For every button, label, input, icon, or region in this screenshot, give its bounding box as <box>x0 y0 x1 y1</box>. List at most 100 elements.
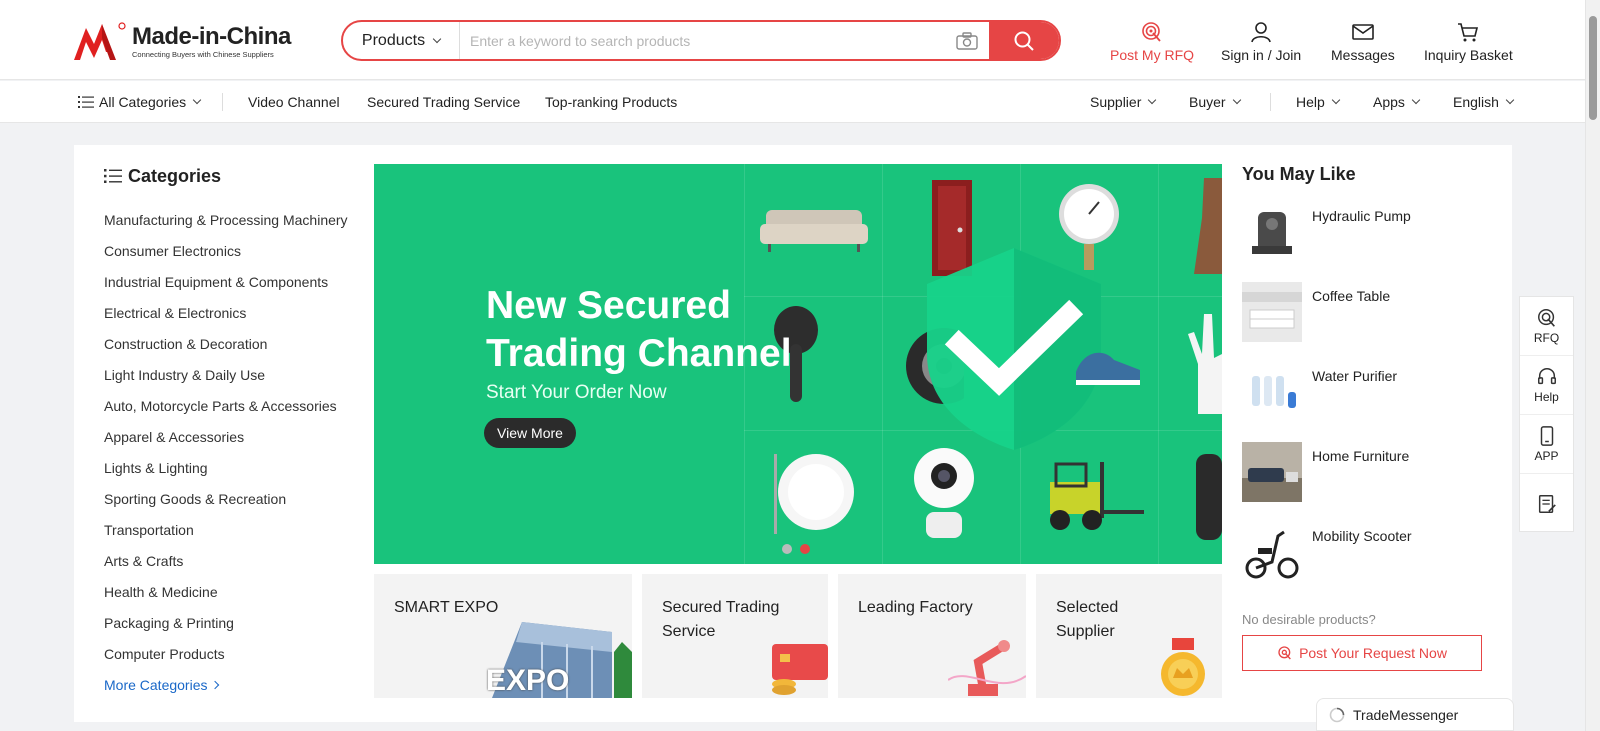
scrollbar-thumb[interactable] <box>1589 16 1597 120</box>
trade-messenger-widget[interactable]: TradeMessenger <box>1316 698 1514 731</box>
search-bar: Products <box>341 20 1061 61</box>
carousel-dot[interactable] <box>782 544 792 554</box>
page-scrollbar[interactable] <box>1585 0 1600 731</box>
card-title-line: Supplier <box>1056 623 1115 640</box>
expo-overlay-text: EXPO <box>486 664 570 697</box>
nav-buyer-menu[interactable]: Buyer <box>1189 81 1241 123</box>
image-search-button[interactable] <box>945 22 989 59</box>
list-icon <box>104 169 122 183</box>
recommendation-item[interactable]: Home Furniture <box>1242 442 1482 522</box>
search-category-label: Products <box>361 31 426 49</box>
headset-icon <box>1537 368 1556 385</box>
nav-supplier-menu[interactable]: Supplier <box>1090 81 1157 123</box>
float-app-button[interactable]: APP <box>1520 415 1573 474</box>
user-icon <box>1251 22 1271 43</box>
float-help-label: Help <box>1534 390 1559 404</box>
leading-factory-card[interactable]: Leading Factory <box>838 574 1026 698</box>
category-item[interactable]: Industrial Equipment & Components <box>104 266 364 297</box>
category-item[interactable]: Transportation <box>104 514 364 545</box>
categories-sidebar: Categories Manufacturing & Processing Ma… <box>104 164 364 700</box>
search-input[interactable] <box>460 22 945 59</box>
nav-top-ranking[interactable]: Top-ranking Products <box>545 81 677 123</box>
smart-expo-card[interactable]: SMART EXPO EXPO <box>374 574 632 698</box>
rfq-target-icon <box>1537 309 1555 327</box>
category-item[interactable]: Auto, Motorcycle Parts & Accessories <box>104 390 364 421</box>
sign-in-link[interactable]: Sign in / Join <box>1221 20 1301 63</box>
nav-link-label: Top-ranking Products <box>545 94 678 110</box>
more-categories-label: More Categories <box>104 676 208 693</box>
messages-link[interactable]: Messages <box>1331 20 1395 63</box>
selected-supplier-card[interactable]: Selected Supplier <box>1036 574 1222 698</box>
float-rfq-button[interactable]: RFQ <box>1520 297 1573 356</box>
category-item[interactable]: Light Industry & Daily Use <box>104 359 364 390</box>
coffee-table-thumb <box>1242 282 1302 342</box>
credit-card-icon <box>772 644 828 695</box>
carousel-dot-active[interactable] <box>800 544 810 554</box>
category-item[interactable]: Health & Medicine <box>104 576 364 607</box>
recommendation-item[interactable]: Mobility Scooter <box>1242 522 1482 602</box>
inquiry-basket-link[interactable]: Inquiry Basket <box>1424 20 1513 63</box>
category-item[interactable]: Arts & Crafts <box>104 545 364 576</box>
water-purifier-thumb <box>1242 362 1302 422</box>
you-may-like-title: You May Like <box>1242 164 1356 184</box>
nav-language-menu[interactable]: English <box>1453 81 1515 123</box>
logo-name: Made-in-China <box>132 22 291 50</box>
site-logo[interactable]: Made-in-China Connecting Buyers with Chi… <box>72 20 291 62</box>
category-item[interactable]: Manufacturing & Processing Machinery <box>104 204 364 235</box>
recommendation-list: Hydraulic Pump Coffee Table Water Purifi… <box>1242 202 1482 602</box>
feature-cards: SMART EXPO EXPO Secured Trading Service … <box>374 574 1222 698</box>
medal-icon <box>1161 638 1205 696</box>
messages-label: Messages <box>1331 47 1395 63</box>
secured-trading-card[interactable]: Secured Trading Service <box>642 574 828 698</box>
search-category-select[interactable]: Products <box>343 22 460 59</box>
nav-link-label: Apps <box>1373 94 1405 110</box>
site-header: Made-in-China Connecting Buyers with Chi… <box>0 0 1585 80</box>
category-item[interactable]: Computer Products <box>104 638 364 669</box>
envelope-icon <box>1352 24 1374 40</box>
logo-mark-icon <box>74 22 126 60</box>
rfq-target-icon <box>1278 646 1291 660</box>
banner-title-line: Trading Channel <box>486 332 792 375</box>
chevron-down-icon <box>1148 95 1157 105</box>
secured-trading-title: Secured Trading Service <box>662 596 779 644</box>
water-purifier-icon <box>1242 362 1302 422</box>
camera-icon <box>956 31 978 50</box>
banner-grid-line <box>882 164 883 564</box>
hero-banner[interactable]: New Secured Trading Channel Start Your O… <box>374 164 1222 564</box>
float-feedback-button[interactable] <box>1520 474 1573 533</box>
categories-title: Categories <box>128 165 222 186</box>
view-more-button[interactable]: View More <box>484 418 576 448</box>
float-help-button[interactable]: Help <box>1520 356 1573 415</box>
nav-video-channel[interactable]: Video Channel <box>248 81 340 123</box>
nav-help-menu[interactable]: Help <box>1296 81 1341 123</box>
category-item[interactable]: Sporting Goods & Recreation <box>104 483 364 514</box>
banner-title-line: New Secured <box>486 284 731 327</box>
mobile-phone-icon <box>1540 426 1553 446</box>
nav-secured-trading[interactable]: Secured Trading Service <box>367 81 520 123</box>
nav-apps-menu[interactable]: Apps <box>1373 81 1421 123</box>
more-categories-link[interactable]: More Categories <box>104 669 364 700</box>
post-request-button[interactable]: Post Your Request Now <box>1242 635 1482 671</box>
category-item[interactable]: Electrical & Electronics <box>104 297 364 328</box>
all-categories-menu[interactable]: All Categories <box>78 81 202 123</box>
category-item[interactable]: Consumer Electronics <box>104 235 364 266</box>
recommendation-item[interactable]: Hydraulic Pump <box>1242 202 1482 282</box>
coffee-table-icon <box>1242 282 1302 342</box>
recommendation-item[interactable]: Water Purifier <box>1242 362 1482 442</box>
nav-divider <box>1270 93 1271 111</box>
category-item[interactable]: Apparel & Accessories <box>104 421 364 452</box>
glove-icon <box>1188 314 1222 414</box>
float-rfq-label: RFQ <box>1533 331 1560 345</box>
chevron-right-icon <box>210 680 219 689</box>
category-item[interactable]: Lights & Lighting <box>104 452 364 483</box>
category-item[interactable]: Construction & Decoration <box>104 328 364 359</box>
recommendation-label: Home Furniture <box>1312 448 1410 464</box>
chevron-down-icon <box>1505 95 1515 105</box>
sneaker-icon <box>1076 352 1140 385</box>
category-item[interactable]: Packaging & Printing <box>104 607 364 638</box>
recommendation-item[interactable]: Coffee Table <box>1242 282 1482 362</box>
post-rfq-link[interactable]: Post My RFQ <box>1110 20 1194 63</box>
search-icon <box>1014 31 1034 51</box>
sofa-icon <box>760 210 868 252</box>
search-button[interactable] <box>989 22 1059 59</box>
